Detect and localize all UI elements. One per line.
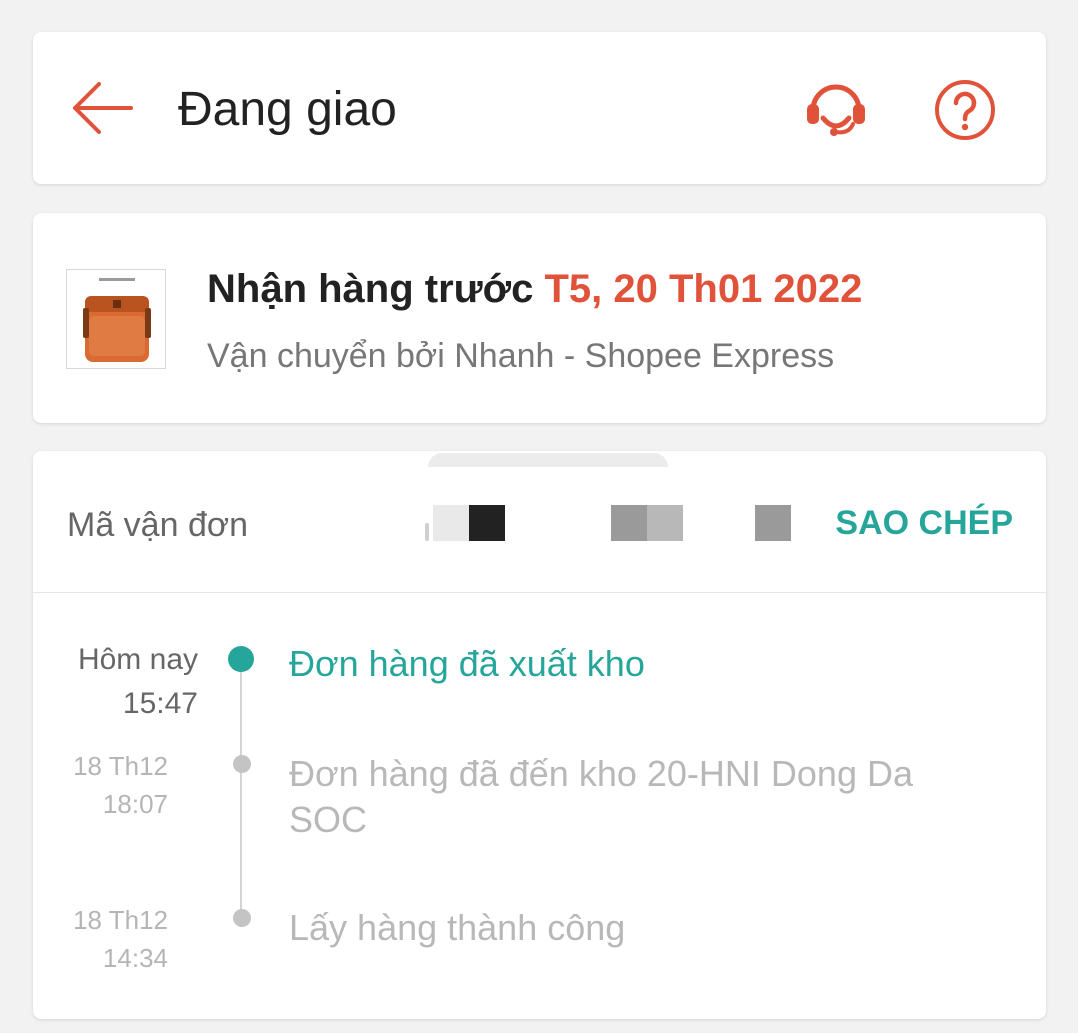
question-circle-icon	[935, 80, 995, 140]
bag-product-image	[67, 270, 165, 368]
event-time: 14:34	[102, 943, 168, 973]
event-day: Hôm nay	[77, 643, 198, 676]
headset-icon	[807, 84, 865, 136]
timeline-dot	[233, 909, 251, 927]
delivery-prefix: Nhận hàng trước	[207, 267, 534, 311]
carrier-text: Vận chuyển bởi Nhanh - Shopee Express	[207, 337, 835, 375]
arrow-left-icon	[73, 82, 133, 134]
divider	[33, 592, 1046, 593]
help-button[interactable]	[933, 78, 997, 142]
delivery-date: T5, 20 Th01 2022	[544, 267, 863, 311]
copy-button[interactable]: SAO CHÉP	[835, 501, 1013, 545]
tracking-card: Mã vận đơn SAO CHÉP Hôm nay 15:47 Đơn hà…	[33, 451, 1046, 1019]
back-button[interactable]	[69, 78, 133, 138]
delivery-estimate: Nhận hàng trước T5, 20 Th01 2022	[207, 265, 862, 313]
event-text: Đơn hàng đã đến kho 20-HNI Dong Da SOC	[289, 753, 913, 840]
event-time: 18:07	[102, 789, 168, 819]
product-thumbnail	[66, 269, 166, 369]
waybill-label: Mã vận đơn	[67, 506, 249, 544]
timeline-dot-active	[228, 646, 254, 672]
support-button[interactable]	[803, 76, 869, 142]
header-bar: Đang giao	[33, 32, 1046, 184]
event-day: 18 Th12	[73, 751, 168, 781]
event-day: 18 Th12	[73, 905, 168, 935]
event-text: Lấy hàng thành công	[289, 907, 626, 948]
event-time: 15:47	[122, 687, 198, 720]
event-text: Đơn hàng đã xuất kho	[289, 643, 645, 684]
delivery-info-card[interactable]: Nhận hàng trước T5, 20 Th01 2022 Vận chu…	[33, 213, 1046, 423]
timeline-line	[240, 661, 242, 919]
timeline-dot	[233, 755, 251, 773]
page-title: Đang giao	[178, 83, 397, 136]
redaction-blur	[428, 453, 668, 467]
